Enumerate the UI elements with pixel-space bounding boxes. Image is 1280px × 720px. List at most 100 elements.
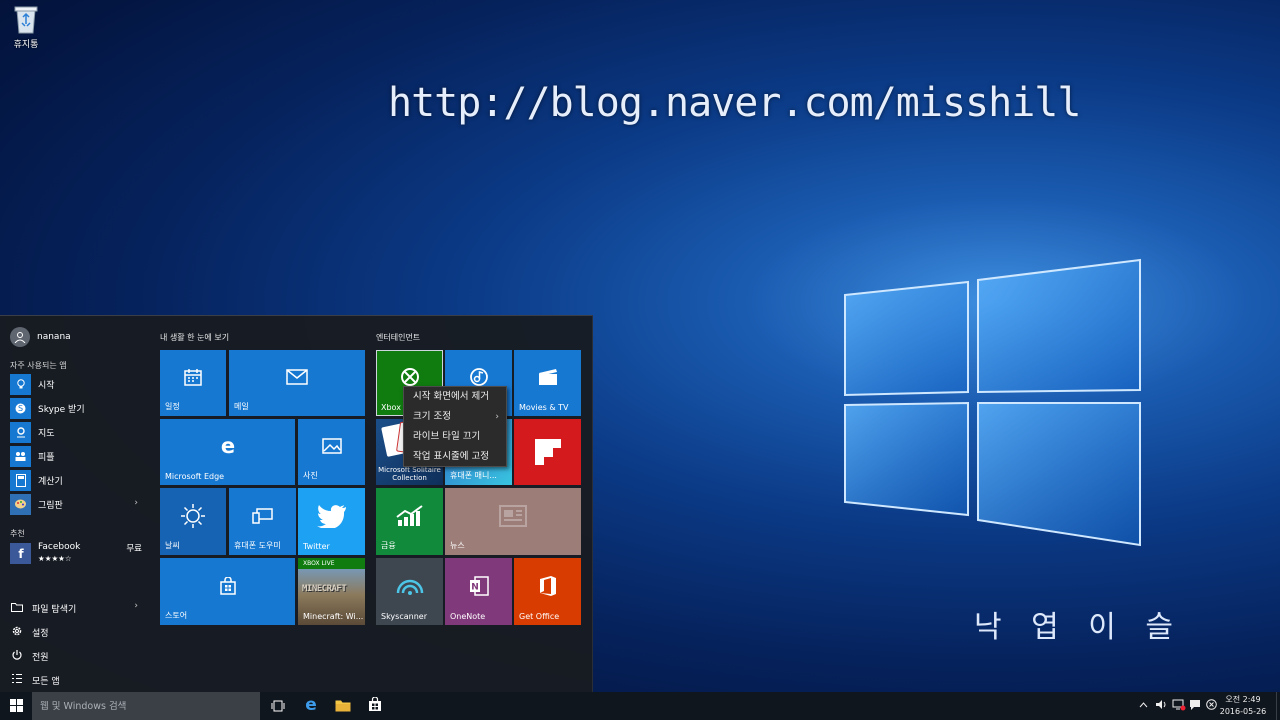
task-view-button[interactable] [262, 692, 294, 720]
app-item-label: 피플 [38, 452, 55, 463]
tile-label: Microsoft Edge [165, 472, 225, 481]
error-x-icon [1205, 699, 1217, 713]
app-item-skype[interactable]: S Skype 받기 [10, 397, 142, 419]
svg-text:e: e [220, 436, 234, 456]
tile-label: Xbox [381, 403, 401, 412]
action-center-button[interactable] [1186, 692, 1204, 720]
tile-label: OneNote [450, 612, 486, 621]
network-warning-icon [1172, 699, 1186, 714]
volume-button[interactable] [1152, 692, 1170, 720]
skyscanner-icon [376, 558, 443, 613]
movies-clapper-icon [514, 350, 581, 404]
chevron-right-icon[interactable]: › [134, 498, 138, 508]
watermark-name-text: 낙 엽 이 슬 [974, 610, 1184, 645]
tile-skyscanner[interactable]: Skyscanner [376, 558, 443, 625]
paint-icon [10, 493, 31, 515]
task-view-icon [271, 697, 285, 716]
suggested-header: 추천 [10, 529, 25, 538]
app-item-getstarted[interactable]: 시작 [10, 373, 142, 395]
power-icon [10, 649, 24, 664]
chevron-right-icon[interactable]: › [134, 601, 138, 611]
show-desktop-button[interactable] [1276, 692, 1280, 720]
file-explorer-icon [10, 602, 24, 615]
search-box[interactable] [32, 692, 260, 720]
all-apps-button[interactable]: 모든 앱 [10, 671, 142, 689]
taskbar-store-button[interactable] [359, 692, 391, 720]
tile-movies-tv[interactable]: Movies & TV [514, 350, 581, 416]
tile-context-menu: 시작 화면에서 제거 크기 조정 › 라이브 타일 끄기 작업 표시줄에 고정 [403, 386, 507, 467]
all-apps-icon [10, 673, 24, 687]
tile-twitter[interactable]: Twitter [298, 488, 365, 555]
tile-label: 뉴스 [450, 541, 465, 550]
tile-photos[interactable]: 사진 [298, 419, 365, 485]
money-chart-icon [376, 488, 443, 543]
error-status-button[interactable] [1203, 692, 1219, 720]
tile-label: 메일 [234, 402, 249, 411]
settings-button[interactable]: 설정 [10, 623, 142, 641]
tile-calendar[interactable]: 일정 [160, 350, 226, 416]
skype-icon: S [10, 397, 31, 419]
user-account-button[interactable]: nanana [10, 327, 71, 347]
tile-weather[interactable]: 날씨 [160, 488, 226, 555]
tile-label: Get Office [519, 612, 560, 621]
weather-sun-icon [160, 488, 226, 543]
facebook-icon: f [10, 542, 31, 564]
tile-store[interactable]: 스토어 [160, 558, 295, 625]
tile-onenote[interactable]: N OneNote [445, 558, 512, 625]
tile-label: 사진 [303, 471, 318, 480]
tile-label: Skyscanner [381, 612, 427, 621]
show-hidden-icons-button[interactable] [1136, 692, 1150, 720]
tile-get-office[interactable]: Get Office [514, 558, 581, 625]
suggested-app-facebook[interactable]: f Facebook ★★★★☆ 무료 [10, 542, 142, 564]
calculator-icon [10, 469, 31, 491]
file-explorer-label: 파일 탐색기 [32, 604, 77, 615]
app-item-label: 시작 [38, 380, 55, 391]
group-header-entertainment: 엔터테인먼트 [376, 333, 421, 342]
power-button[interactable]: 전원 [10, 647, 142, 665]
lightbulb-icon [10, 373, 31, 395]
folder-icon [335, 697, 351, 716]
store-bag-icon [160, 558, 295, 613]
phone-companion-icon [229, 488, 296, 543]
user-name: nanana [37, 332, 71, 342]
suggested-app-text: Facebook ★★★★☆ [38, 542, 80, 564]
tile-flipboard[interactable] [514, 419, 581, 485]
start-button[interactable] [0, 692, 32, 720]
tile-mail[interactable]: 메일 [229, 350, 365, 416]
app-item-paint[interactable]: 그림판 › [10, 493, 142, 515]
start-menu-left-column: nanana 자주 사용되는 앱 시작 S Skype 받기 지도 피플 계산기… [0, 316, 148, 692]
search-input[interactable] [40, 700, 250, 712]
mail-icon [229, 350, 365, 404]
app-item-maps[interactable]: 지도 [10, 421, 142, 443]
app-item-label: 지도 [38, 428, 55, 439]
minecraft-logo-icon: MINECRAFT [302, 584, 347, 594]
chevron-up-icon [1139, 701, 1148, 711]
tile-phone-companion[interactable]: 휴대폰 도우미 [229, 488, 296, 555]
tile-label: 날씨 [165, 541, 180, 550]
taskbar-file-explorer-button[interactable] [327, 692, 359, 720]
svg-text:N: N [471, 582, 479, 592]
taskbar-edge-button[interactable]: e [295, 692, 327, 720]
menu-item-pin-to-taskbar[interactable]: 작업 표시줄에 고정 [404, 447, 506, 467]
tile-news[interactable]: 뉴스 [445, 488, 581, 555]
app-item-label: Skype 받기 [38, 404, 85, 415]
app-item-label: 계산기 [38, 476, 63, 487]
tile-money[interactable]: 금융 [376, 488, 443, 555]
menu-item-resize[interactable]: 크기 조정 › [404, 407, 506, 427]
all-apps-label: 모든 앱 [32, 676, 60, 687]
chevron-right-icon: › [495, 412, 499, 422]
app-item-label: 그림판 [38, 500, 63, 511]
file-explorer-button[interactable]: 파일 탐색기 › [10, 599, 142, 617]
taskbar-clock[interactable]: 오전 2:49 2016-05-26 [1218, 694, 1268, 718]
tile-label: 휴대폰 도우미 [234, 541, 281, 550]
tile-edge[interactable]: e Microsoft Edge [160, 419, 295, 485]
menu-item-turn-live-tile-off[interactable]: 라이브 타일 끄기 [404, 427, 506, 447]
app-item-calculator[interactable]: 계산기 [10, 469, 142, 491]
clock-time: 오전 2:49 [1225, 695, 1261, 704]
notification-icon [1189, 699, 1201, 714]
menu-item-unpin-from-start[interactable]: 시작 화면에서 제거 [404, 387, 506, 407]
recycle-bin-shortcut[interactable]: 휴지통 [6, 4, 46, 50]
tile-minecraft[interactable]: XBOX LIVE MINECRAFT Minecraft: Wi... [298, 558, 365, 625]
suggested-app-name: Facebook [38, 542, 81, 552]
app-item-people[interactable]: 피플 [10, 445, 142, 467]
